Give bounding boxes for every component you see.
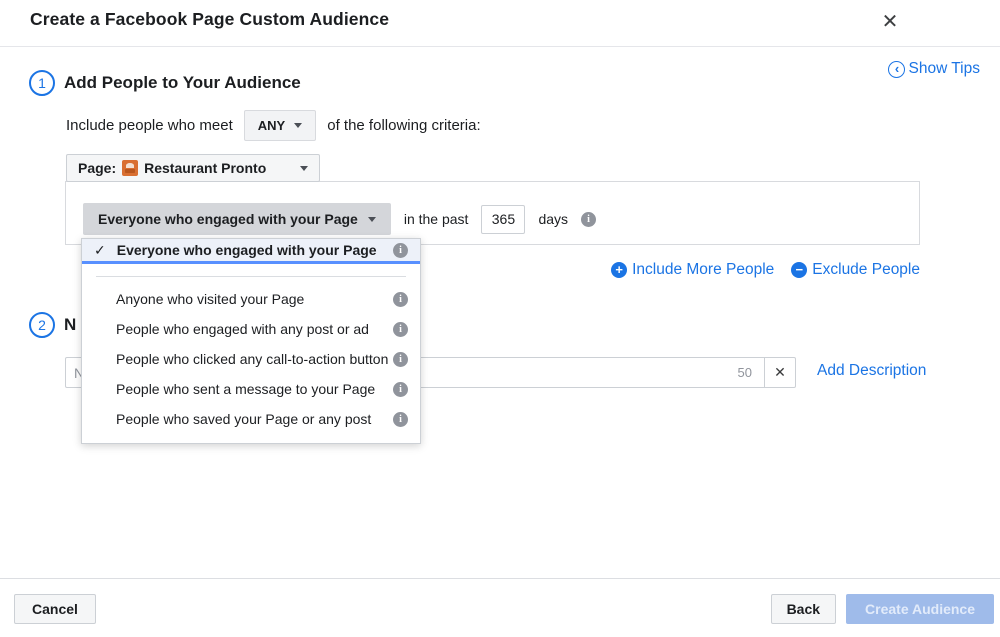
info-icon[interactable]: i xyxy=(393,243,408,258)
step2-title: N xyxy=(64,315,76,335)
menu-item[interactable]: Anyone who visited your Page i xyxy=(82,284,420,314)
in-the-past-label: in the past xyxy=(404,211,469,227)
char-counter: 50 xyxy=(738,365,764,380)
page-selector-dropdown[interactable]: Page: Restaurant Pronto xyxy=(66,154,320,182)
rule-row: Everyone who engaged with your Page in t… xyxy=(83,203,596,235)
engagement-type-dropdown[interactable]: Everyone who engaged with your Page xyxy=(83,203,391,235)
footer-divider xyxy=(0,578,1000,579)
criteria-prefix: Include people who meet xyxy=(66,117,233,134)
criteria-sentence: Include people who meet ANY of the follo… xyxy=(66,110,481,141)
add-description-link[interactable]: Add Description xyxy=(817,362,926,380)
criteria-rule-box: Everyone who engaged with your Page in t… xyxy=(65,181,920,245)
page-name: Restaurant Pronto xyxy=(144,160,266,176)
days-info-icon[interactable]: i xyxy=(581,212,596,227)
header-divider xyxy=(0,46,1000,47)
show-tips-label: Show Tips xyxy=(908,60,980,78)
match-type-dropdown[interactable]: ANY xyxy=(244,110,316,141)
info-icon[interactable]: i xyxy=(393,292,408,307)
footer-right-buttons: Back Create Audience xyxy=(771,594,994,624)
close-icon[interactable]: ✕ xyxy=(876,7,904,35)
chevron-left-circle-icon: ‹ xyxy=(888,61,905,78)
menu-item-label: People who clicked any call-to-action bu… xyxy=(116,351,388,367)
step2-number-badge: 2 xyxy=(29,312,55,338)
info-icon[interactable]: i xyxy=(393,382,408,397)
engagement-type-value: Everyone who engaged with your Page xyxy=(98,211,358,227)
exclude-people-link[interactable]: − Exclude People xyxy=(791,261,920,279)
minus-circle-icon: − xyxy=(791,262,807,278)
menu-item-selected-label: Everyone who engaged with your Page xyxy=(117,242,377,258)
days-label: days xyxy=(538,211,568,227)
exclude-people-label: Exclude People xyxy=(812,261,920,279)
clear-input-icon[interactable]: ✕ xyxy=(764,358,795,387)
modal-title: Create a Facebook Page Custom Audience xyxy=(30,9,389,30)
check-icon: ✓ xyxy=(94,242,106,259)
step1-number-badge: 1 xyxy=(29,70,55,96)
menu-item[interactable]: People who sent a message to your Page i xyxy=(82,374,420,404)
page-avatar xyxy=(122,160,138,176)
info-icon[interactable]: i xyxy=(393,322,408,337)
create-audience-button[interactable]: Create Audience xyxy=(846,594,994,624)
menu-item-selected[interactable]: ✓ Everyone who engaged with your Page i xyxy=(82,239,420,264)
page-selector-label: Page: xyxy=(78,160,116,176)
menu-items: Anyone who visited your Page i People wh… xyxy=(82,277,420,443)
caret-down-icon xyxy=(368,217,376,222)
cancel-button[interactable]: Cancel xyxy=(14,594,96,624)
criteria-suffix: of the following criteria: xyxy=(327,117,480,134)
include-more-people-label: Include More People xyxy=(632,261,774,279)
menu-item[interactable]: People who engaged with any post or ad i xyxy=(82,314,420,344)
menu-item-label: People who sent a message to your Page xyxy=(116,381,375,397)
info-icon[interactable]: i xyxy=(393,352,408,367)
back-button[interactable]: Back xyxy=(771,594,836,624)
menu-item-label: People who engaged with any post or ad xyxy=(116,321,369,337)
days-input[interactable]: 365 xyxy=(481,205,525,234)
caret-down-icon xyxy=(294,123,302,128)
match-type-value: ANY xyxy=(258,118,285,133)
plus-circle-icon: + xyxy=(611,262,627,278)
menu-item[interactable]: People who saved your Page or any post i xyxy=(82,404,420,434)
menu-item[interactable]: People who clicked any call-to-action bu… xyxy=(82,344,420,374)
create-custom-audience-modal: Create a Facebook Page Custom Audience ✕… xyxy=(0,0,1000,637)
menu-item-label: People who saved your Page or any post xyxy=(116,411,371,427)
caret-down-icon xyxy=(300,166,308,171)
step1-title: Add People to Your Audience xyxy=(64,73,301,93)
menu-item-label: Anyone who visited your Page xyxy=(116,291,304,307)
info-icon[interactable]: i xyxy=(393,412,408,427)
engagement-type-menu: ✓ Everyone who engaged with your Page i … xyxy=(81,238,421,444)
show-tips-link[interactable]: ‹ Show Tips xyxy=(888,60,980,78)
include-more-people-link[interactable]: + Include More People xyxy=(611,261,774,279)
